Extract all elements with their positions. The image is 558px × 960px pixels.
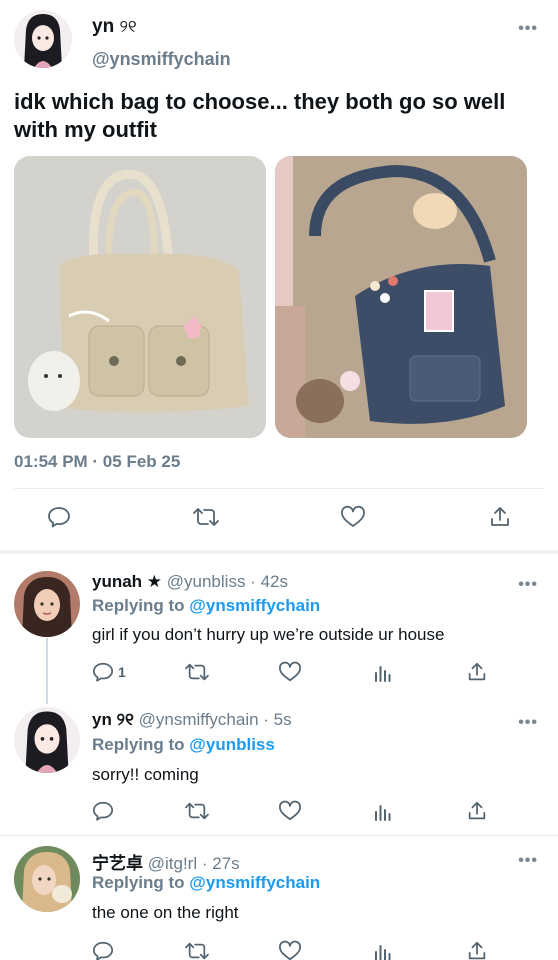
replying-to-mention[interactable]: @ynsmiffychain [189, 596, 320, 615]
replying-to-label: Replying to [92, 735, 185, 754]
more-icon[interactable]: ••• [518, 714, 538, 732]
replying-to: Replying to @ynsmiffychain [92, 596, 320, 616]
share-icon [466, 661, 488, 683]
tweet-photo-denim-bag[interactable] [275, 156, 527, 438]
heart-icon [278, 661, 302, 683]
reply-text: girl if you don’t hurry up we’re outside… [92, 625, 445, 644]
reply-author-name[interactable]: 宁艺卓 [92, 854, 143, 873]
reply-icon [92, 661, 114, 683]
replying-to: Replying to @yunbliss [92, 735, 275, 755]
retweet-button[interactable] [184, 800, 210, 822]
reply-button[interactable] [92, 940, 114, 960]
reply-header: yn ୨୧ @ynsmiffychain · 5s [92, 710, 292, 730]
replying-to-label: Replying to [92, 873, 185, 892]
replying-to-mention[interactable]: @ynsmiffychain [189, 873, 320, 892]
reply-header: yunah ★ @yunbliss · 42s [92, 572, 288, 592]
analytics-icon [372, 800, 394, 822]
retweet-icon [184, 800, 210, 822]
reply-button[interactable]: 1 [92, 661, 126, 683]
reply-time[interactable]: · 5s [263, 710, 291, 729]
reply-avatar[interactable] [14, 571, 80, 637]
reply-author-name[interactable]: yn ୨୧ [92, 710, 134, 729]
author-name-emoji: ୨୧ [119, 17, 137, 36]
tweet-text: idk which bag to choose... they both go … [14, 89, 506, 142]
share-icon [488, 505, 512, 529]
like-button[interactable] [278, 661, 302, 683]
reply-author-handle[interactable]: @itg!rl [148, 854, 197, 873]
author-name-text: yn [92, 16, 115, 37]
like-button[interactable] [278, 800, 302, 822]
thread-line [46, 638, 48, 704]
reply-author-handle[interactable]: @ynsmiffychain [139, 710, 259, 729]
heart-icon [340, 505, 366, 529]
share-icon [466, 940, 488, 960]
more-icon[interactable]: ••• [518, 20, 538, 38]
more-icon[interactable]: ••• [518, 576, 538, 594]
share-button[interactable] [466, 940, 488, 960]
reply-icon [47, 505, 71, 529]
reply-time[interactable]: · 27s [202, 854, 240, 873]
author-handle[interactable]: @ynsmiffychain [92, 49, 231, 70]
reply-text: sorry!! coming [92, 765, 199, 784]
heart-icon [278, 940, 302, 960]
reply-header: 宁艺卓 @itg!rl · 27s [92, 849, 240, 874]
share-button[interactable] [466, 800, 488, 822]
section-separator [0, 550, 558, 554]
share-button[interactable] [488, 505, 512, 529]
share-button[interactable] [466, 661, 488, 683]
reply-button[interactable] [92, 800, 114, 822]
heart-icon [278, 800, 302, 822]
retweet-icon [192, 505, 220, 529]
reply-button[interactable] [47, 505, 71, 529]
retweet-icon [184, 661, 210, 683]
reply-author-name[interactable]: yunah ★ [92, 572, 162, 591]
reply-icon [92, 940, 114, 960]
analytics-icon [372, 661, 394, 683]
retweet-icon [184, 940, 210, 960]
reply-text: the one on the right [92, 903, 239, 922]
analytics-icon [372, 940, 394, 960]
reply-time[interactable]: · 42s [250, 572, 288, 591]
author-name[interactable]: yn ୨୧ [92, 16, 137, 38]
like-button[interactable] [340, 505, 366, 529]
reply-avatar[interactable] [14, 846, 80, 912]
retweet-button[interactable] [184, 940, 210, 960]
divider [0, 835, 558, 836]
replying-to-mention[interactable]: @yunbliss [189, 735, 275, 754]
analytics-button[interactable] [372, 661, 394, 683]
reply-author-handle[interactable]: @yunbliss [167, 572, 246, 591]
tweet-timestamp[interactable]: 01:54 PM · 05 Feb 25 [14, 452, 180, 472]
replying-to-label: Replying to [92, 596, 185, 615]
reply-icon [92, 800, 114, 822]
analytics-button[interactable] [372, 800, 394, 822]
reply-avatar[interactable] [14, 707, 80, 773]
retweet-button[interactable] [184, 661, 210, 683]
share-icon [466, 800, 488, 822]
divider [14, 488, 544, 489]
retweet-button[interactable] [192, 505, 220, 529]
analytics-button[interactable] [372, 940, 394, 960]
replying-to: Replying to @ynsmiffychain [92, 873, 320, 893]
tweet-photo-beige-bag[interactable] [14, 156, 266, 438]
reply-count: 1 [118, 664, 126, 680]
like-button[interactable] [278, 940, 302, 960]
more-icon[interactable]: ••• [518, 852, 538, 870]
author-avatar[interactable] [14, 10, 72, 68]
